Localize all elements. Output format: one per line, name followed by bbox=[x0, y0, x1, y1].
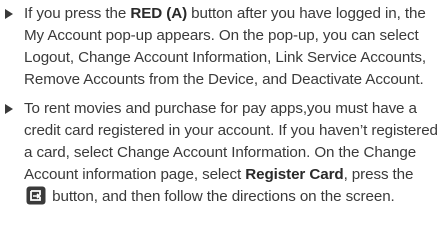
bullet-item-credit-card: To rent movies and purchase for pay apps… bbox=[0, 98, 445, 208]
text-segment: If you press the bbox=[24, 5, 131, 22]
register-card-label: Register Card bbox=[245, 166, 344, 183]
text-segment: button, and then follow the directions o… bbox=[48, 188, 395, 205]
red-a-button-label: RED (A) bbox=[130, 5, 188, 22]
bullet-list: If you press the RED (A) button after yo… bbox=[0, 0, 445, 208]
bullet-item-my-account: If you press the RED (A) button after yo… bbox=[0, 0, 445, 91]
bullet-triangle-icon bbox=[5, 104, 13, 114]
text-segment: , press the bbox=[343, 166, 414, 183]
enter-button-icon bbox=[26, 186, 46, 205]
bullet-triangle-icon bbox=[5, 9, 13, 19]
